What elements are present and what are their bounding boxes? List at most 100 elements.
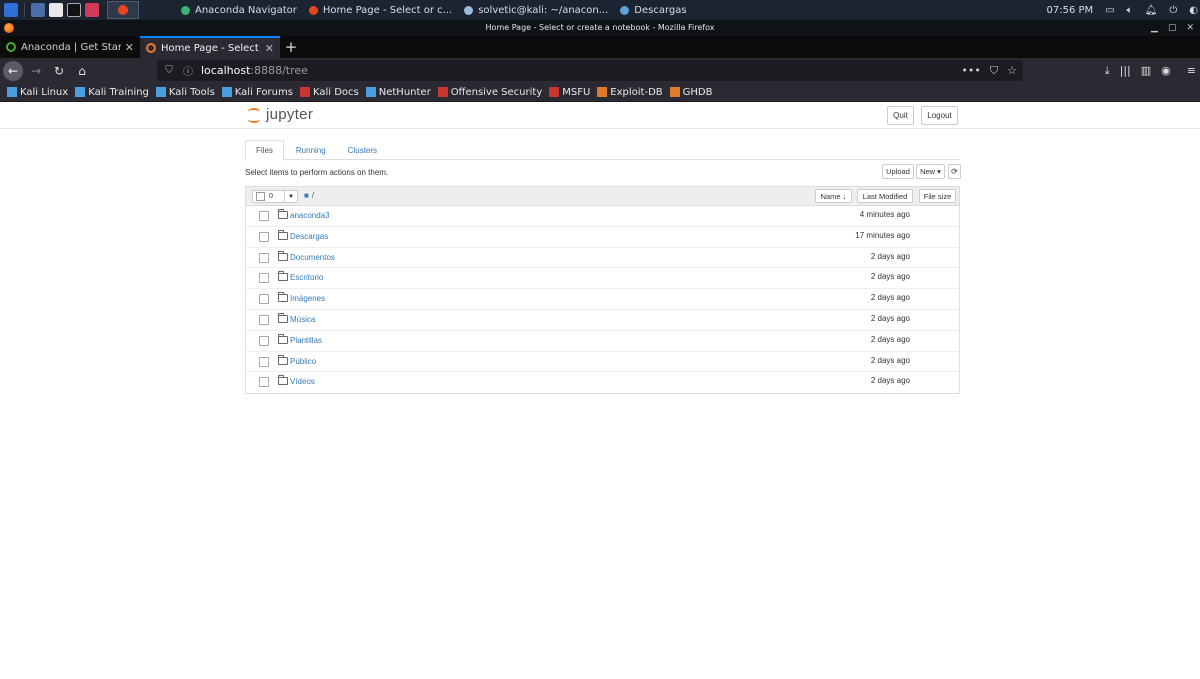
tab-close-icon[interactable]: ✕	[125, 41, 134, 54]
table-row[interactable]: Escritorio 2 days ago	[246, 268, 959, 290]
taskbar-task[interactable]: solvetic@kali: ~/anacon...	[458, 0, 614, 20]
table-row[interactable]: anaconda3 4 minutes ago	[246, 206, 959, 227]
clock[interactable]: 07:56 PM	[1047, 5, 1094, 16]
file-name-link[interactable]: Descargas	[290, 232, 328, 241]
logout-button[interactable]: Logout	[921, 106, 958, 125]
row-checkbox[interactable]	[259, 377, 269, 388]
select-menu-caret-icon[interactable]: ▼	[284, 191, 297, 202]
terminal-icon[interactable]	[67, 3, 81, 17]
bookmark-item[interactable]: Offensive Security	[437, 87, 542, 98]
select-all-control[interactable]: 0 ▼	[252, 190, 298, 203]
reload-icon[interactable]: ↻	[49, 61, 69, 81]
hamburger-menu-icon[interactable]: ≡	[1187, 64, 1196, 77]
taskbar-task[interactable]: Anaconda Navigator	[175, 0, 303, 20]
row-checkbox[interactable]	[259, 273, 269, 284]
file-name-link[interactable]: Música	[290, 315, 315, 324]
new-dropdown-button[interactable]: New ▾	[916, 164, 945, 179]
lock-icon[interactable]: ◐	[1189, 5, 1198, 16]
forward-arrow-icon[interactable]: →	[26, 61, 46, 81]
file-name-link[interactable]: Vídeos	[290, 377, 315, 386]
upload-button[interactable]: Upload	[882, 164, 914, 179]
bookmark-item[interactable]: Kali Training	[75, 87, 149, 98]
sort-last-modified-button[interactable]: Last Modified	[857, 189, 913, 203]
select-all-checkbox[interactable]	[256, 192, 265, 201]
volume-icon[interactable]: 🔈︎	[1127, 5, 1133, 16]
tab-files[interactable]: Files	[245, 140, 284, 161]
account-icon[interactable]: ◉	[1161, 64, 1171, 77]
monitor-icon[interactable]: ▭	[1105, 5, 1114, 16]
table-row[interactable]: Imágenes 2 days ago	[246, 289, 959, 310]
table-row[interactable]: Música 2 days ago	[246, 310, 959, 331]
file-name-link[interactable]: Escritorio	[290, 273, 323, 282]
row-checkbox[interactable]	[259, 356, 269, 367]
anaconda-favicon-icon	[6, 42, 16, 52]
download-icon[interactable]: ⤓	[1105, 64, 1110, 78]
bookmark-item[interactable]: MSFU	[549, 87, 590, 98]
browser-launcher-icon[interactable]	[85, 3, 99, 17]
library-icon[interactable]: |||	[1120, 64, 1131, 77]
info-icon[interactable]: ⓘ	[181, 63, 195, 78]
jupyter-logo[interactable]: jupyter	[247, 106, 313, 123]
sort-file-size-button[interactable]: File size	[919, 189, 956, 203]
bookmark-item[interactable]: Exploit-DB	[597, 87, 663, 98]
bookmark-item[interactable]: Kali Tools	[155, 87, 215, 98]
row-checkbox[interactable]	[259, 211, 269, 221]
quit-button[interactable]: Quit	[887, 106, 914, 125]
tab-anaconda-get-started[interactable]: Anaconda | Get Started ✕	[0, 36, 140, 58]
bookmark-item[interactable]: GHDB	[669, 87, 713, 98]
tab-jupyter-home[interactable]: Home Page - Select or cr ✕	[140, 36, 280, 58]
row-checkbox[interactable]	[259, 294, 269, 305]
file-name-link[interactable]: Plantillas	[290, 336, 322, 345]
bookmark-star-icon[interactable]: ☆	[1007, 64, 1017, 77]
shield-icon[interactable]: ⛉	[162, 65, 176, 76]
kali-menu-icon[interactable]	[4, 3, 18, 17]
bookmark-favicon-icon	[299, 87, 310, 97]
url-text[interactable]: localhost:8888/tree	[201, 64, 308, 77]
table-row[interactable]: Público 2 days ago	[246, 352, 959, 373]
tab-running[interactable]: Running	[286, 140, 336, 160]
table-row[interactable]: Documentos 2 days ago	[246, 248, 959, 269]
tab-close-icon[interactable]: ✕	[265, 42, 274, 55]
bookmark-favicon-icon	[597, 87, 608, 97]
show-desktop-icon[interactable]	[31, 3, 45, 17]
tab-clusters[interactable]: Clusters	[338, 140, 387, 160]
back-arrow-icon[interactable]: ←	[3, 60, 23, 81]
taskbar-task[interactable]: Home Page - Select or c...	[303, 0, 458, 20]
notification-icon[interactable]: 🔔︎	[1145, 5, 1158, 16]
refresh-button[interactable]: ⟳	[948, 164, 961, 179]
firefox-taskbar-button[interactable]	[107, 1, 139, 19]
row-checkbox[interactable]	[259, 231, 269, 242]
bookmark-item[interactable]: NetHunter	[365, 87, 431, 98]
home-icon[interactable]: ⌂	[72, 61, 92, 81]
row-checkbox[interactable]	[259, 335, 269, 346]
close-icon[interactable]: ✕	[1186, 20, 1194, 36]
row-checkbox[interactable]	[259, 252, 269, 263]
folder-home-icon[interactable]: ■	[304, 191, 309, 200]
breadcrumb-root[interactable]: /	[312, 191, 314, 200]
taskbar-task[interactable]: Descargas	[614, 0, 692, 20]
page-actions-icon[interactable]: •••	[961, 64, 980, 77]
new-tab-plus-icon[interactable]: +	[280, 36, 302, 58]
sort-name-button[interactable]: Name ↓	[815, 189, 852, 203]
file-manager-icon[interactable]	[49, 3, 63, 17]
last-modified: 2 days ago	[870, 313, 910, 323]
minimize-icon[interactable]: ▁	[1151, 20, 1158, 36]
sidebar-icon[interactable]: ▥	[1141, 64, 1151, 77]
browser-navbar: ← → ↻ ⌂ ⛉ ⓘ localhost:8888/tree ••• ⛉ ☆ …	[0, 58, 1200, 83]
maximize-icon[interactable]: ▢	[1168, 20, 1177, 36]
table-row[interactable]: Descargas 17 minutes ago	[246, 227, 959, 248]
bookmark-item[interactable]: Kali Docs	[299, 87, 359, 98]
power-icon[interactable]: ⏻	[1169, 5, 1177, 16]
file-name-link[interactable]: Imágenes	[290, 294, 325, 303]
bookmark-item[interactable]: Kali Forums	[221, 87, 293, 98]
file-name-link[interactable]: Documentos	[290, 253, 335, 262]
file-name-link[interactable]: anaconda3	[290, 211, 330, 220]
file-toolbar: Select items to perform actions on them.…	[245, 164, 961, 180]
bookmark-item[interactable]: Kali Linux	[7, 87, 68, 98]
url-bar[interactable]: ⛉ ⓘ localhost:8888/tree ••• ⛉ ☆	[157, 60, 1023, 81]
pocket-icon[interactable]: ⛉	[990, 64, 998, 78]
file-name-link[interactable]: Público	[290, 357, 316, 366]
table-row[interactable]: Vídeos 2 days ago	[246, 372, 959, 393]
row-checkbox[interactable]	[259, 314, 269, 325]
table-row[interactable]: Plantillas 2 days ago	[246, 331, 959, 352]
